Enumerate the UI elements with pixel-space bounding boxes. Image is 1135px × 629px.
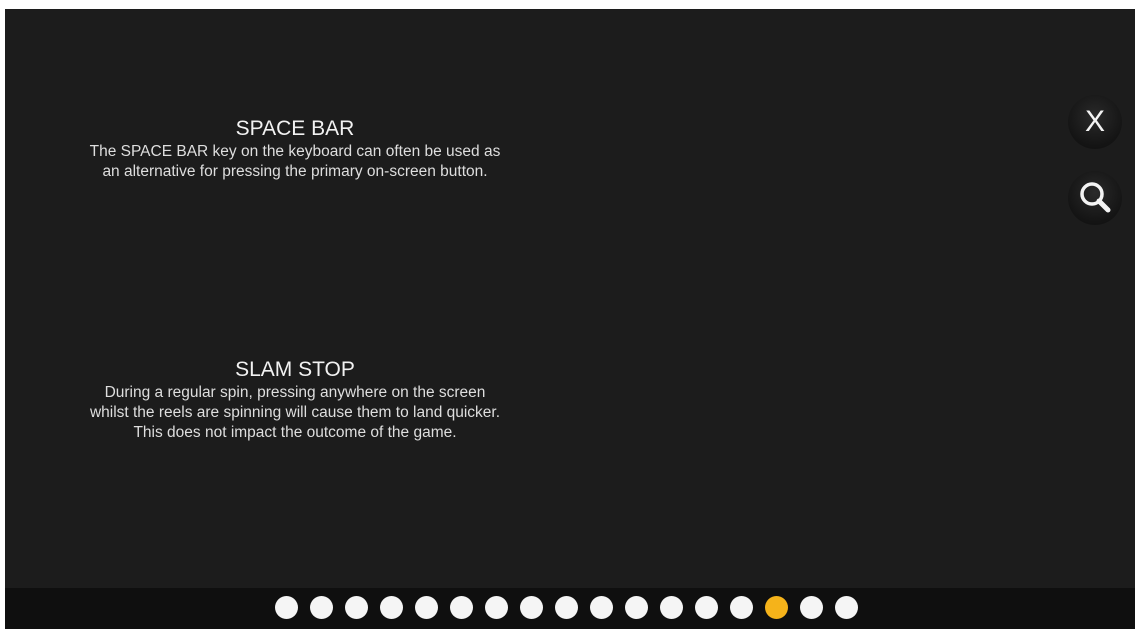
- page-dot[interactable]: [660, 596, 683, 619]
- page-dot[interactable]: [695, 596, 718, 619]
- page-dot[interactable]: [730, 596, 753, 619]
- section-title: SLAM STOP: [235, 358, 355, 381]
- magnifier-icon: [1080, 182, 1111, 213]
- section-body: The SPACE BAR key on the keyboard can of…: [89, 143, 501, 180]
- page-dot[interactable]: [450, 596, 473, 619]
- page-dot-active[interactable]: [765, 596, 788, 619]
- page-dot[interactable]: [555, 596, 578, 619]
- close-button[interactable]: X: [1068, 95, 1122, 149]
- zoom-button[interactable]: [1068, 171, 1122, 225]
- help-section-space-bar: SPACE BAR The SPACE BAR key on the keybo…: [5, 116, 585, 182]
- page-dot[interactable]: [310, 596, 333, 619]
- pagination-dots: [275, 596, 858, 619]
- page-dot[interactable]: [380, 596, 403, 619]
- page-dot[interactable]: [800, 596, 823, 619]
- page-dot[interactable]: [625, 596, 648, 619]
- page-dot[interactable]: [275, 596, 298, 619]
- page-dot[interactable]: [520, 596, 543, 619]
- help-section-slam-stop: SLAM STOP During a regular spin, pressin…: [5, 357, 585, 443]
- page-dot[interactable]: [415, 596, 438, 619]
- page-dot[interactable]: [485, 596, 508, 619]
- close-icon: X: [1084, 105, 1105, 138]
- pagination-bar: [5, 588, 1135, 629]
- help-screen: SPACE BAR The SPACE BAR key on the keybo…: [5, 9, 1135, 629]
- section-title: SPACE BAR: [235, 117, 355, 140]
- page-dot[interactable]: [590, 596, 613, 619]
- section-body: During a regular spin, pressing anywhere…: [89, 384, 501, 441]
- page-dot[interactable]: [835, 596, 858, 619]
- page-dot[interactable]: [345, 596, 368, 619]
